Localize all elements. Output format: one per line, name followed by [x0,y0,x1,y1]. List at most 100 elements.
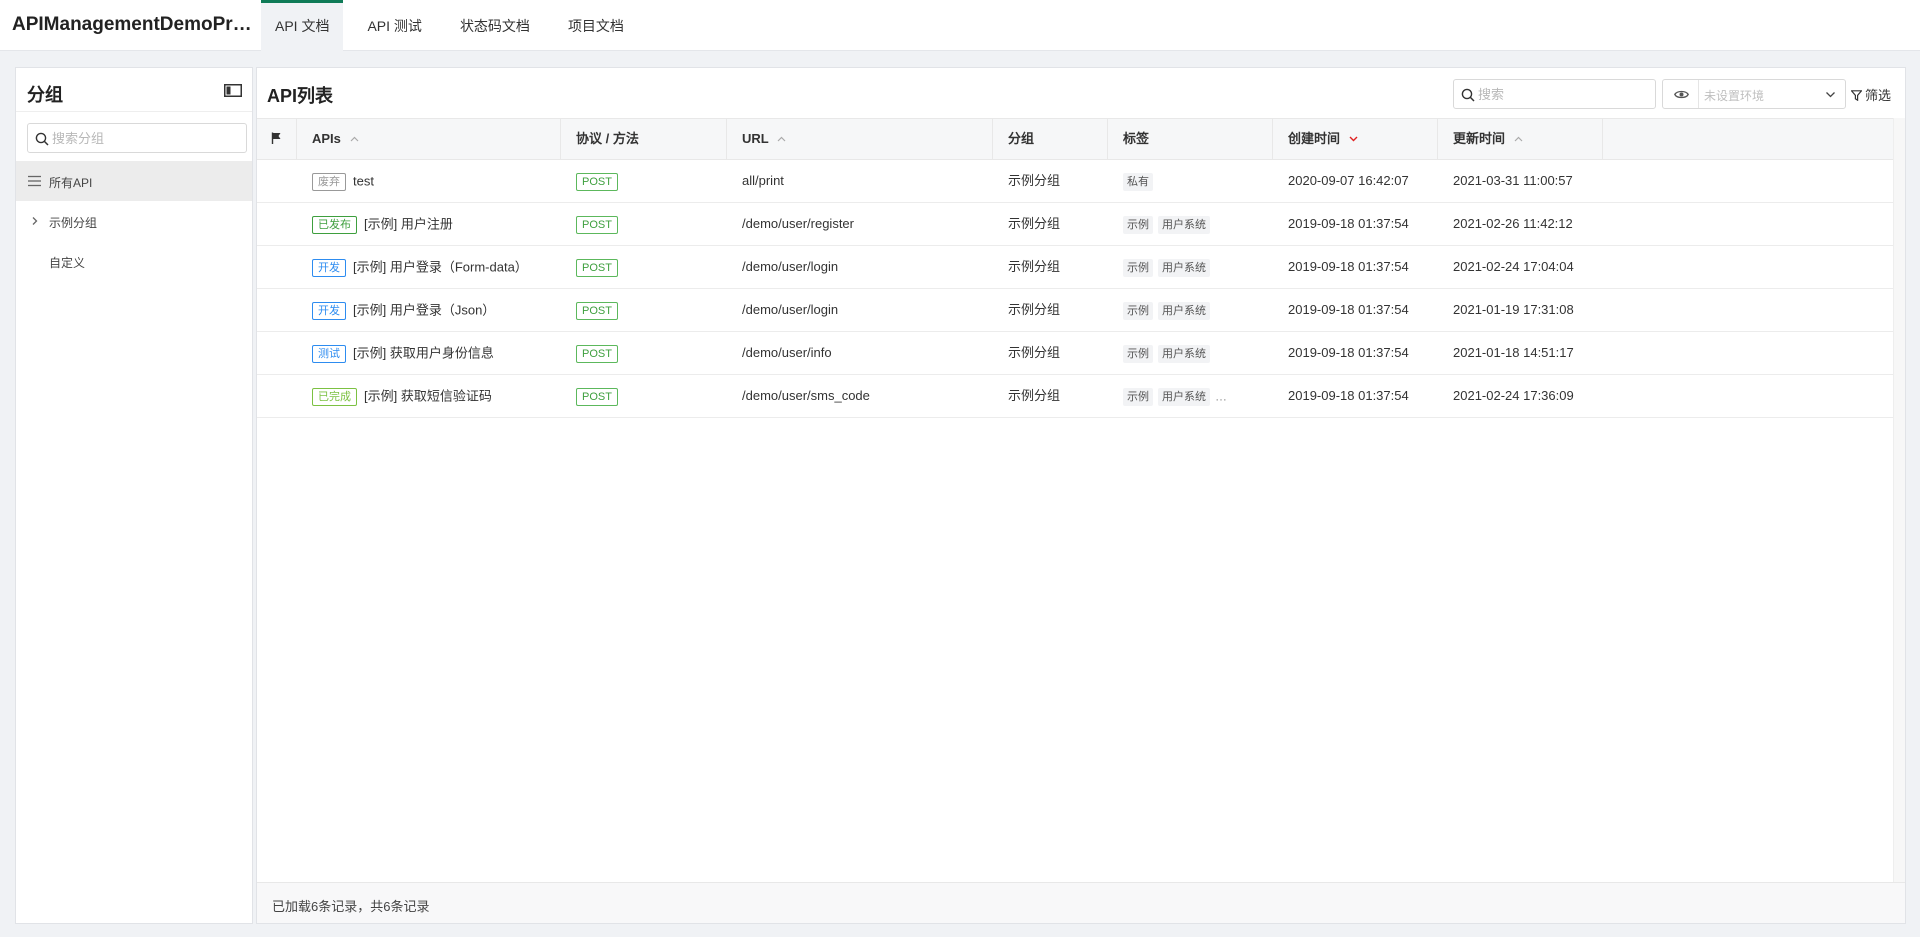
method-badge: POST [576,301,618,320]
api-name-link[interactable]: [示例] 用户登录（Json） [353,303,495,318]
column-flag[interactable] [257,119,297,159]
environment-select[interactable]: 未设置环境 [1662,79,1846,109]
status-badge: 已发布 [312,215,357,234]
tags-cell: 示例 用户系统 [1108,289,1215,331]
tags-cell: 私有 [1108,160,1158,202]
table-row[interactable]: 已发布 [示例] 用户注册 POST/demo/user/register 示例分组 示… [257,203,1893,246]
group-cell: 示例分组 [1008,302,1061,317]
table-row[interactable]: 测试 [示例] 获取用户身份信息 POST/demo/user/info 示例分组 示例… [257,332,1893,375]
column-label: 分组 [1008,131,1035,146]
group-cell: 示例分组 [1008,388,1061,403]
status-badge: 开发 [312,258,346,277]
api-name-link[interactable]: [示例] 用户登录（Form-data） [353,260,528,275]
filter-button[interactable]: 筛选 [1850,85,1891,104]
tags-cell: 示例 用户系统 … [1108,375,1227,417]
page-title: API列表 [267,86,334,106]
column-apis[interactable]: APIs [297,119,561,159]
eye-icon [1674,90,1689,99]
table-row[interactable]: 开发 [示例] 用户登录（Form-data） POST/demo/user/log… [257,246,1893,289]
updated-time-cell: 2021-01-18 14:51:17 [1453,345,1574,360]
sidebar-item-label: 所有API [49,176,93,190]
column-label: 协议 / 方法 [576,131,639,146]
created-time-cell: 2019-09-18 01:37:54 [1288,388,1409,403]
table-scrollbar[interactable] [1893,118,1905,882]
column-created[interactable]: 创建时间 [1273,119,1438,159]
table-body: 废弃 test POST all/print 示例分组 私有 2020-09-07 16:4… [257,160,1893,418]
api-cell: 已发布 [示例] 用户注册 [297,203,453,245]
tab-project-docs[interactable]: 项目文档 [554,0,638,51]
sidebar-header: 分组 [16,68,252,112]
api-tag: 用户系统 [1158,387,1210,406]
env-placeholder: 未设置环境 [1704,89,1765,103]
sidebar-item-all-apis[interactable]: 所有API [16,161,252,201]
api-cell: 废弃 test [297,160,374,202]
sidebar-item-label: 自定义 [49,256,86,270]
column-updated[interactable]: 更新时间 [1438,119,1603,159]
method-cell: POST [561,203,618,245]
record-count-text: 已加载6条记录，共6条记录 [272,899,430,914]
method-cell: POST [561,160,618,202]
more-tags-indicator[interactable]: … [1215,390,1227,404]
search-icon [1461,88,1475,102]
api-search-input[interactable] [1478,80,1650,108]
sort-asc-icon[interactable] [350,136,359,142]
api-cell: 开发 [示例] 用户登录（Json） [297,289,495,331]
api-name-link[interactable]: [示例] 获取短信验证码 [364,389,492,404]
column-url[interactable]: URL [727,119,993,159]
sort-asc-icon[interactable] [1514,136,1523,142]
filter-icon [1850,90,1863,102]
column-label: URL [742,131,769,146]
table-header: APIs 协议 / 方法 URL 分组 标签 创建时间 更新时间 [257,118,1893,160]
method-badge: POST [576,215,618,234]
url-cell: /demo/user/sms_code [742,388,870,403]
api-tag: 示例 [1123,258,1153,277]
tab-api-docs[interactable]: API 文档 [261,0,344,51]
method-cell: POST [561,332,618,374]
table-footer: 已加载6条记录，共6条记录 [257,882,1905,923]
top-bar: APIManagementDemoProj… API 文档 API 测试 状态码… [0,0,1920,51]
collapse-sidebar-icon[interactable] [224,84,242,97]
updated-time-cell: 2021-02-24 17:04:04 [1453,259,1574,274]
sort-desc-icon[interactable] [1349,136,1358,142]
api-tag: 私有 [1123,172,1153,191]
main-tabs: API 文档 API 测试 状态码文档 项目文档 [261,0,648,51]
column-group: 分组 [993,119,1108,159]
api-name-link[interactable]: [示例] 用户注册 [364,217,453,232]
api-tag: 用户系统 [1158,301,1210,320]
column-label: 更新时间 [1453,131,1506,146]
project-title[interactable]: APIManagementDemoProj… [12,14,256,36]
created-time-cell: 2019-09-18 01:37:54 [1288,216,1409,231]
group-list: 所有API 示例分组 自定义 [16,161,252,281]
method-badge: POST [576,344,618,363]
api-tag: 示例 [1123,215,1153,234]
list-icon [28,175,41,187]
group-cell: 示例分组 [1008,216,1061,231]
method-cell: POST [561,289,618,331]
url-cell: all/print [742,173,784,188]
table-row[interactable]: 开发 [示例] 用户登录（Json） POST/demo/user/login 示例分… [257,289,1893,332]
table-row[interactable]: 废弃 test POST all/print 示例分组 私有 2020-09-07 16:4… [257,160,1893,203]
tab-api-test[interactable]: API 测试 [353,0,435,51]
sort-asc-icon[interactable] [777,136,786,142]
url-cell: /demo/user/register [742,216,854,231]
api-tag: 用户系统 [1158,258,1210,277]
api-table: APIs 协议 / 方法 URL 分组 标签 创建时间 更新时间 废弃 test… [257,118,1893,418]
api-name-link[interactable]: [示例] 获取用户身份信息 [353,346,494,361]
tab-status-code-docs[interactable]: 状态码文档 [446,0,544,51]
chevron-right-icon[interactable] [28,215,41,227]
flag-icon [271,132,281,144]
env-preview-button[interactable] [1663,80,1699,108]
api-cell: 开发 [示例] 用户登录（Form-data） [297,246,528,288]
search-icon [35,132,49,146]
api-tag: 示例 [1123,387,1153,406]
table-row[interactable]: 已完成 [示例] 获取短信验证码 POST/demo/user/sms_code 示例… [257,375,1893,418]
sidebar-item-label: 示例分组 [49,216,98,230]
url-cell: /demo/user/login [742,302,839,317]
sidebar-item-custom[interactable]: 自定义 [16,241,252,281]
group-search-input[interactable] [52,124,242,152]
updated-time-cell: 2021-02-26 11:42:12 [1453,216,1573,231]
api-name-link[interactable]: test [353,174,374,189]
sidebar-item-example-group[interactable]: 示例分组 [16,201,252,241]
api-cell: 测试 [示例] 获取用户身份信息 [297,332,494,374]
url-cell: /demo/user/login [742,259,839,274]
